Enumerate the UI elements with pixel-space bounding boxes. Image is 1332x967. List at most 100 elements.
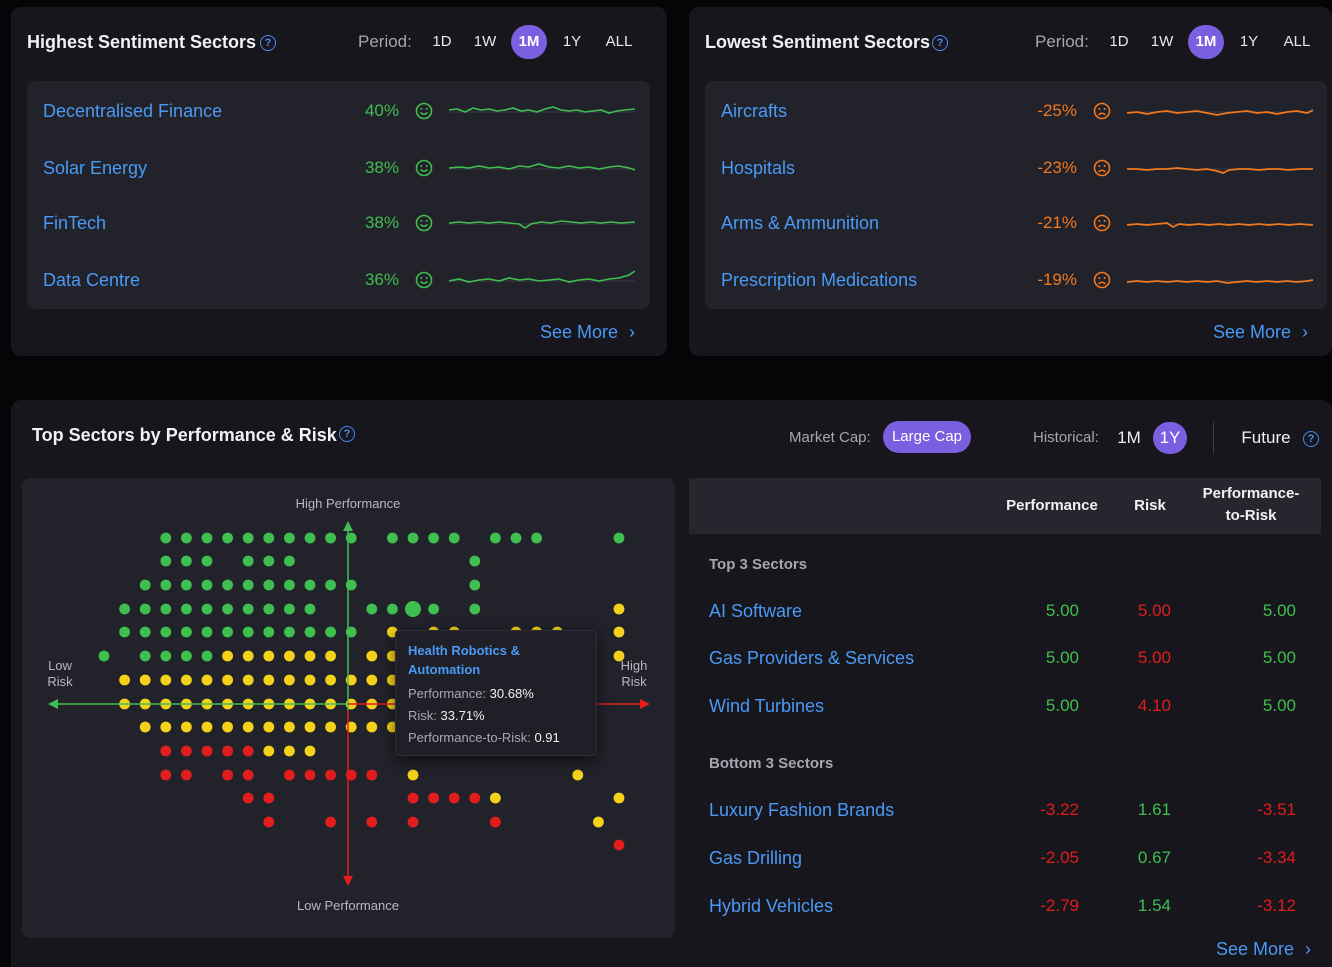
sector-dot[interactable] — [263, 532, 275, 544]
period-1m[interactable]: 1M — [1188, 25, 1224, 59]
sector-dot[interactable] — [222, 579, 234, 591]
sector-dot[interactable] — [284, 745, 295, 757]
sector-dot[interactable] — [242, 650, 254, 662]
sector-dot[interactable] — [181, 579, 192, 591]
sector-dot[interactable] — [242, 579, 254, 591]
sector-dot[interactable] — [613, 792, 625, 804]
help-icon[interactable]: ? — [932, 35, 948, 51]
sector-dot[interactable] — [613, 626, 625, 638]
sector-dot[interactable] — [160, 674, 172, 686]
table-row[interactable]: Hybrid Vehicles -2.79 1.54 -3.12 — [689, 886, 1321, 926]
sector-dot[interactable] — [160, 603, 172, 615]
sector-name[interactable]: Data Centre — [43, 270, 140, 291]
sector-dot[interactable] — [284, 555, 295, 567]
list-item[interactable]: Solar Energy 38% — [27, 140, 650, 196]
sector-dot[interactable] — [181, 745, 192, 757]
sector-name[interactable]: Arms & Ammunition — [721, 213, 879, 234]
sector-dot[interactable] — [304, 532, 316, 544]
sector-dot[interactable] — [284, 626, 295, 638]
sector-dot[interactable] — [222, 721, 234, 733]
sector-dot[interactable] — [263, 603, 275, 615]
sector-dot[interactable] — [304, 721, 316, 733]
sector-dot[interactable] — [325, 721, 336, 733]
sector-dot[interactable] — [613, 650, 625, 662]
sector-dot[interactable] — [201, 745, 213, 757]
sector-dot[interactable] — [325, 650, 336, 662]
sector-dot[interactable] — [181, 532, 192, 544]
period-1w[interactable]: 1W — [1144, 25, 1180, 59]
sector-dot[interactable] — [448, 532, 460, 544]
period-1m[interactable]: 1M — [511, 25, 547, 59]
sector-dot[interactable] — [284, 532, 295, 544]
sector-dot[interactable] — [490, 792, 501, 804]
sector-dot[interactable] — [448, 792, 460, 804]
sector-name[interactable]: Aircrafts — [721, 101, 787, 122]
sector-name[interactable]: Gas Drilling — [709, 848, 802, 869]
sector-dot[interactable] — [263, 745, 275, 757]
sector-dot[interactable] — [201, 650, 213, 662]
col-risk[interactable]: Risk — [1119, 495, 1181, 517]
sector-dot[interactable] — [181, 674, 192, 686]
sector-dot[interactable] — [242, 769, 254, 781]
sector-dot[interactable] — [263, 555, 275, 567]
sector-dot[interactable] — [222, 532, 234, 544]
sector-name[interactable]: Gas Providers & Services — [709, 648, 914, 669]
list-item[interactable]: Aircrafts -25% — [705, 83, 1327, 139]
col-ptr[interactable]: Performance-to-Risk — [1187, 483, 1315, 527]
see-more-link[interactable]: See More › — [1213, 322, 1308, 343]
sector-dot[interactable] — [469, 792, 481, 804]
sector-dot[interactable] — [366, 769, 378, 781]
sector-dot[interactable] — [428, 532, 439, 544]
sector-dot[interactable] — [304, 745, 316, 757]
sector-dot[interactable] — [139, 603, 151, 615]
sector-dot[interactable] — [160, 769, 172, 781]
sector-name[interactable]: AI Software — [709, 601, 802, 622]
sector-dot[interactable] — [201, 603, 213, 615]
sector-dot[interactable] — [366, 674, 378, 686]
period-1d[interactable]: 1D — [1101, 25, 1137, 59]
sector-dot[interactable] — [263, 792, 275, 804]
sector-dot[interactable] — [222, 626, 234, 638]
historical-1m[interactable]: 1M — [1111, 422, 1147, 454]
sector-dot[interactable] — [160, 650, 172, 662]
sector-dot[interactable] — [160, 745, 172, 757]
sector-dot[interactable] — [572, 769, 584, 781]
sector-dot[interactable] — [263, 626, 275, 638]
sector-dot[interactable] — [284, 650, 295, 662]
sector-dot[interactable] — [201, 721, 213, 733]
sector-dot[interactable] — [304, 769, 316, 781]
sector-dot[interactable] — [284, 721, 295, 733]
sector-dot[interactable] — [119, 674, 130, 686]
sector-dot[interactable] — [242, 532, 254, 544]
sector-name[interactable]: Decentralised Finance — [43, 101, 222, 122]
sector-dot[interactable] — [366, 650, 378, 662]
sector-dot[interactable] — [242, 603, 254, 615]
sector-dot[interactable] — [139, 721, 151, 733]
sector-dot[interactable] — [242, 792, 254, 804]
sector-dot[interactable] — [366, 603, 378, 615]
historical-1y[interactable]: 1Y — [1153, 422, 1187, 454]
sector-dot[interactable] — [160, 532, 172, 544]
sector-dot[interactable] — [284, 769, 295, 781]
sector-dot[interactable] — [263, 579, 275, 591]
sector-dot[interactable] — [181, 555, 192, 567]
sector-dot[interactable] — [181, 626, 192, 638]
sector-name[interactable]: Luxury Fashion Brands — [709, 800, 894, 821]
list-item[interactable]: Decentralised Finance 40% — [27, 83, 650, 139]
sector-dot[interactable] — [613, 603, 625, 615]
sector-dot[interactable] — [304, 674, 316, 686]
selected-sector-dot[interactable] — [405, 601, 421, 617]
sector-dot[interactable] — [222, 603, 234, 615]
sector-dot[interactable] — [242, 674, 254, 686]
sector-dot[interactable] — [201, 555, 213, 567]
sector-dot[interactable] — [284, 603, 295, 615]
sector-dot[interactable] — [613, 839, 625, 851]
sector-dot[interactable] — [304, 650, 316, 662]
period-1d[interactable]: 1D — [424, 25, 460, 59]
sector-dot[interactable] — [160, 721, 172, 733]
sector-dot[interactable] — [510, 532, 522, 544]
sector-dot[interactable] — [325, 769, 336, 781]
see-more-link[interactable]: See More › — [540, 322, 635, 343]
table-row[interactable]: Wind Turbines 5.00 4.10 5.00 — [689, 686, 1321, 726]
period-all[interactable]: ALL — [601, 25, 637, 59]
